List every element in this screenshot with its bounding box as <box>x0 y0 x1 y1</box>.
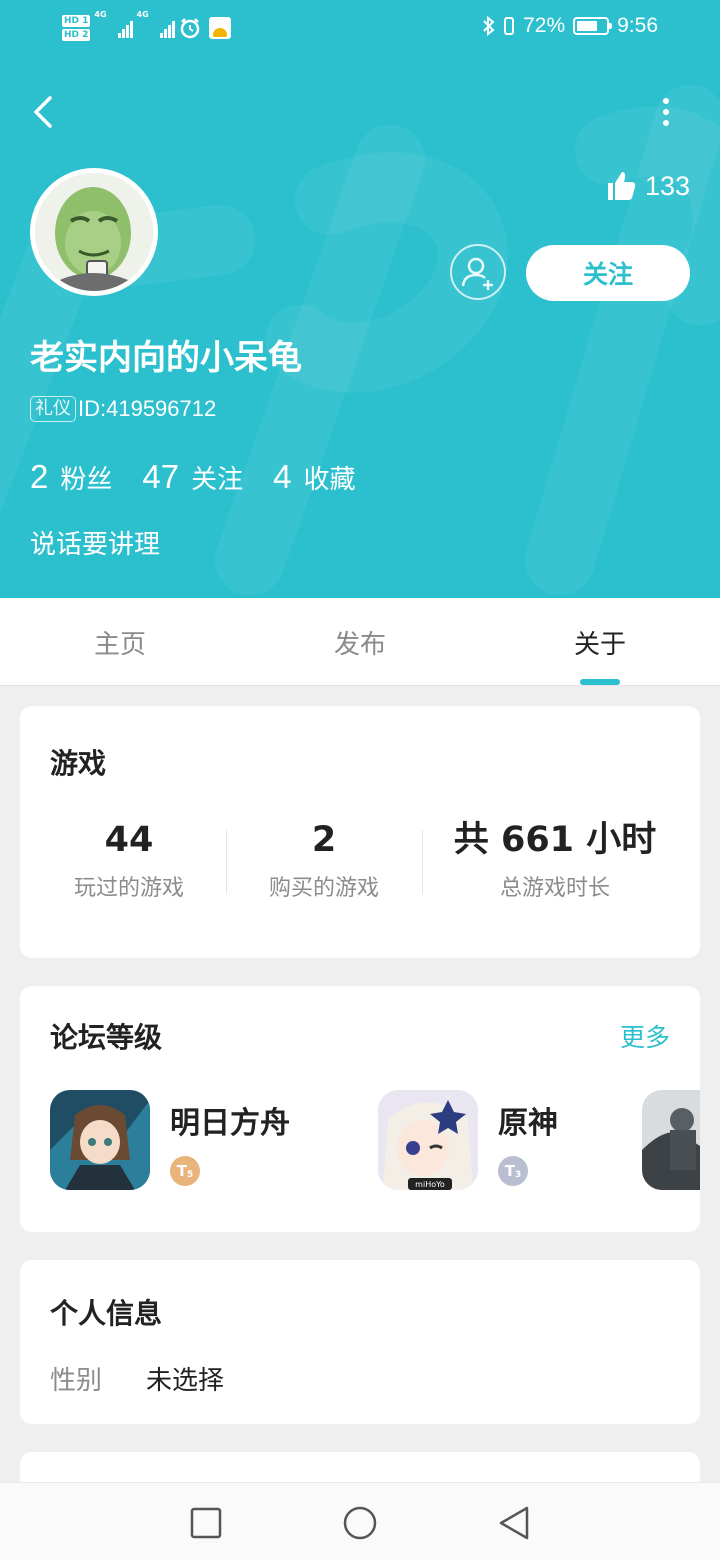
hd-badges: HD 1 HD 2 <box>62 15 91 41</box>
nav-triangle-icon <box>499 1506 529 1540</box>
playtime-stat[interactable]: 共 661 小时 总游戏时长 <box>430 818 680 902</box>
active-tab-indicator <box>580 679 620 685</box>
games-bought-stat[interactable]: 2 购买的游戏 <box>232 818 416 902</box>
network-label: 4G <box>94 10 107 19</box>
info-card-title: 个人信息 <box>50 1297 163 1330</box>
signal-icon <box>117 18 133 38</box>
info-row-gender: 性别 未选择 <box>50 1360 224 1397</box>
level-letter: T <box>504 1162 515 1180</box>
level-number: 5 <box>186 1170 194 1180</box>
back-nav-button[interactable] <box>494 1503 534 1543</box>
personal-info-card: 个人信息 性别 未选择 <box>20 1260 700 1424</box>
divider <box>226 830 227 894</box>
forum-item-arknights[interactable]: 明日方舟 T5 <box>50 1090 290 1190</box>
info-value: 未选择 <box>146 1366 225 1396</box>
system-navigation-bar <box>0 1482 720 1560</box>
likes-counter[interactable]: 133 <box>605 170 690 202</box>
tab-posts[interactable]: 发布 <box>240 598 480 686</box>
stat-label: 粉丝 <box>60 465 113 495</box>
nav-square-icon <box>190 1507 222 1539</box>
follow-button[interactable]: 关注 <box>526 245 690 301</box>
back-button[interactable] <box>24 92 64 132</box>
username: 老实内向的小呆龟 <box>30 338 302 378</box>
hd-badge: HD 2 <box>62 29 91 41</box>
alarm-icon <box>180 18 199 39</box>
arknights-game-icon <box>50 1090 150 1190</box>
user-id: ID:419596712 <box>78 396 217 421</box>
app-notification-icon <box>208 17 231 39</box>
stat-label: 关注 <box>191 465 244 495</box>
genshin-game-icon: miHoYo <box>378 1090 478 1190</box>
more-options-button[interactable] <box>652 90 680 134</box>
more-vertical-icon <box>663 98 669 104</box>
status-left-icons: HD 1 HD 2 4G 4G <box>62 10 231 46</box>
stat-value: 47 <box>142 458 180 495</box>
thumbs-up-icon <box>607 172 636 200</box>
user-stats: 2 粉丝 47 关注 4 收藏 <box>30 458 385 496</box>
games-bought-value: 2 <box>311 820 337 860</box>
profile-tabs: 主页 发布 关于 <box>0 598 720 686</box>
user-id-row: 礼仪 ID:419596712 <box>30 396 216 422</box>
info-key: 性别 <box>50 1366 103 1396</box>
avatar-meme-face <box>35 173 153 291</box>
battery-percent: 72% <box>523 14 566 37</box>
level-number: 3 <box>514 1170 522 1180</box>
home-button[interactable] <box>340 1503 380 1543</box>
signal-icon <box>159 18 175 38</box>
forum-level-badge: T5 <box>170 1156 200 1186</box>
forum-item-genshin[interactable]: miHoYo 原神 T3 <box>378 1090 558 1190</box>
battery-icon <box>573 17 613 35</box>
svg-text:miHoYo: miHoYo <box>415 1180 445 1189</box>
level-letter: T <box>176 1162 187 1180</box>
forum-item-partial[interactable] <box>642 1090 700 1190</box>
playtime-label: 总游戏时长 <box>499 876 610 901</box>
games-played-stat[interactable]: 44 玩过的游戏 <box>38 818 220 902</box>
vibrate-icon <box>504 17 515 35</box>
clock: 9:56 <box>617 14 658 37</box>
recents-button[interactable] <box>186 1503 226 1543</box>
likes-count: 133 <box>644 170 690 201</box>
tab-home[interactable]: 主页 <box>0 598 240 686</box>
network-label: 4G <box>136 10 149 19</box>
playtime-value: 共 661 小时 <box>453 820 657 860</box>
nav-circle-icon <box>343 1506 377 1540</box>
add-friend-button[interactable] <box>450 244 506 300</box>
bluetooth-icon <box>483 16 495 36</box>
divider <box>422 830 423 894</box>
status-bar: HD 1 HD 2 4G 4G 72% 9:56 <box>0 0 720 58</box>
forum-level-badge: T3 <box>498 1156 528 1186</box>
stat-value: 4 <box>273 458 292 495</box>
back-arrow-icon <box>34 96 52 128</box>
stat-value: 2 <box>30 458 49 495</box>
games-card: 游戏 44 玩过的游戏 2 购买的游戏 共 661 小时 总游戏时长 <box>20 706 700 958</box>
stat-following[interactable]: 47 关注 <box>142 458 243 496</box>
games-played-value: 44 <box>104 820 154 860</box>
profile-header: HD 1 HD 2 4G 4G 72% 9:56 133 关注 老实内向的小呆龟… <box>0 0 720 598</box>
user-tag: 礼仪 <box>30 396 76 422</box>
tab-about[interactable]: 关于 <box>480 598 720 686</box>
forum-card-title: 论坛等级 <box>50 1021 163 1054</box>
add-friend-icon <box>461 257 493 290</box>
user-bio: 说话要讲理 <box>30 530 161 560</box>
game-icon-partial <box>642 1090 700 1190</box>
games-played-label: 玩过的游戏 <box>73 876 184 901</box>
status-right-icons: 72% 9:56 <box>483 14 658 38</box>
games-card-title: 游戏 <box>50 747 107 780</box>
avatar[interactable] <box>30 168 158 296</box>
forum-level-card: 论坛等级 更多 明日方舟 T5 miHoYo 原神 T 3 <box>20 986 700 1232</box>
stat-favorites[interactable]: 4 收藏 <box>273 458 355 496</box>
forum-more-link[interactable]: 更多 <box>620 1018 670 1054</box>
stat-followers[interactable]: 2 粉丝 <box>30 458 112 496</box>
stat-label: 收藏 <box>303 465 356 495</box>
hd-badge: HD 1 <box>62 15 91 27</box>
games-bought-label: 购买的游戏 <box>268 876 379 901</box>
